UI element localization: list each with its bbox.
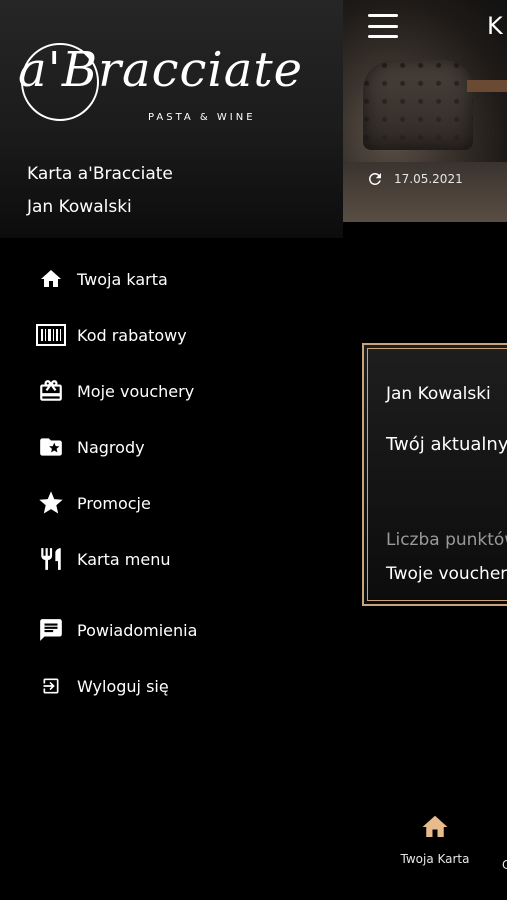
menu-item-nagrody[interactable]: Nagrody — [0, 421, 343, 473]
menu-item-label: Twoja karta — [77, 269, 168, 289]
cutlery-icon — [36, 544, 66, 574]
menu-item-wyloguj[interactable]: Wyloguj się — [0, 660, 343, 712]
menu-item-twoja-karta[interactable]: Twoja karta — [0, 253, 343, 305]
points-label: Liczba punktów — [386, 530, 507, 550]
update-date: 17.05.2021 — [394, 172, 463, 186]
menu-item-label: Moje vouchery — [77, 381, 195, 401]
message-icon — [36, 615, 66, 645]
menu-item-label: Karta menu — [77, 549, 171, 569]
navigation-drawer: a'Bracciate PASTA & WINE Karta a'Braccia… — [0, 0, 343, 900]
current-status-label: Twój aktualny — [386, 434, 507, 455]
user-name: Jan Kowalski — [27, 197, 132, 217]
last-update: 17.05.2021 — [366, 170, 463, 188]
menu-item-label: Wyloguj się — [77, 676, 169, 696]
brand-logo: a'Bracciate PASTA & WINE — [18, 42, 302, 134]
menu-item-label: Promocje — [77, 493, 151, 513]
card-holder-name: Jan Kowalski — [386, 384, 491, 404]
menu-item-label: Nagrody — [77, 437, 145, 457]
refresh-icon[interactable] — [366, 170, 384, 188]
star-icon — [36, 488, 66, 518]
home-icon — [422, 815, 448, 837]
bottom-nav-home[interactable]: Twoja Karta — [398, 812, 472, 866]
vouchers-label: Twoje voucher — [386, 564, 507, 584]
barcode-icon — [36, 320, 66, 350]
logo-subtitle: PASTA & WINE — [148, 112, 256, 123]
card-title: Karta a'Bracciate — [27, 164, 173, 184]
menu-icon[interactable] — [368, 14, 398, 38]
menu-item-promocje[interactable]: Promocje — [0, 477, 343, 529]
menu-item-powiadomienia[interactable]: Powiadomienia — [0, 604, 343, 656]
menu-item-label: Powiadomienia — [77, 620, 198, 640]
menu-item-kod-rabatowy[interactable]: Kod rabatowy — [0, 309, 343, 361]
logo-text: a'Bracciate — [18, 42, 304, 98]
logout-icon — [36, 671, 66, 701]
menu-item-karta-menu[interactable]: Karta menu — [0, 533, 343, 585]
menu-item-label: Kod rabatowy — [77, 325, 187, 345]
menu-item-moje-vouchery[interactable]: Moje vouchery — [0, 365, 343, 417]
gift-card-icon — [36, 376, 66, 406]
home-icon — [36, 264, 66, 294]
drawer-header: a'Bracciate PASTA & WINE Karta a'Braccia… — [0, 0, 343, 238]
folder-star-icon — [36, 432, 66, 462]
bottom-nav-home-label: Twoja Karta — [400, 852, 470, 866]
page-title: K — [487, 12, 503, 40]
loyalty-card[interactable]: Jan Kowalski Twój aktualny Liczba punktó… — [362, 343, 507, 606]
bottom-nav-next-label[interactable]: C — [502, 858, 507, 872]
